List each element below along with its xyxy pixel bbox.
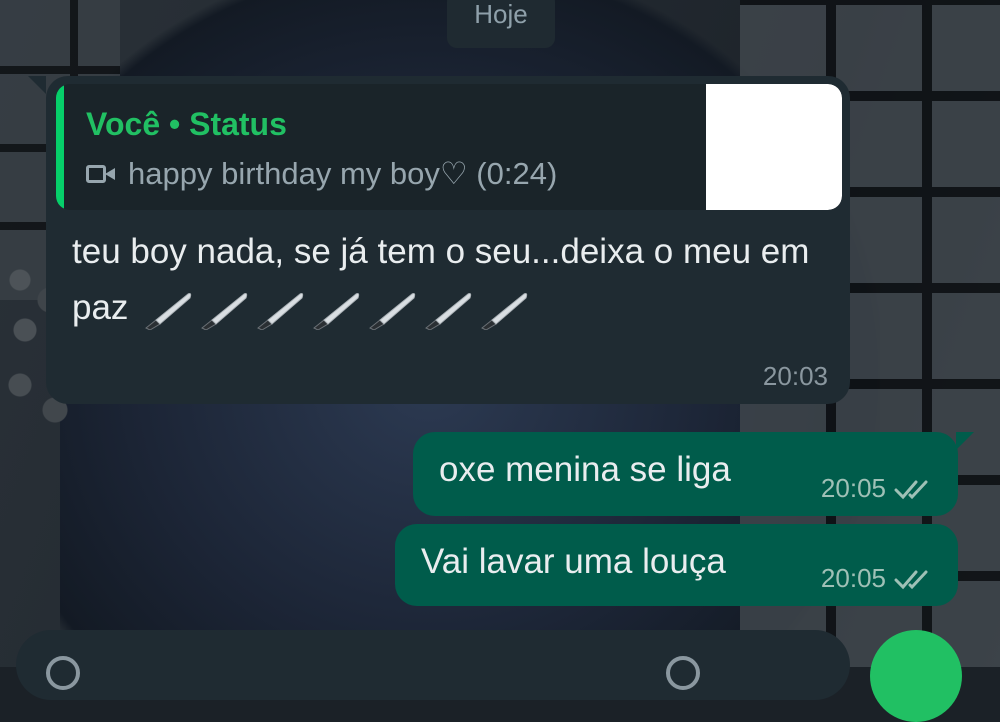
- date-chip: Hoje: [447, 0, 555, 48]
- knife-icon: [425, 292, 472, 330]
- outgoing-message[interactable]: oxe menina se liga 20:05: [413, 432, 974, 516]
- knife-emoji-row: [138, 288, 530, 330]
- quote-caption-row: happy birthday my boy♡ (0:24): [86, 156, 557, 192]
- knife-icon: [313, 292, 360, 330]
- knife-icon: [201, 292, 248, 330]
- double-check-icon: [894, 570, 928, 589]
- quote-accent-bar: [56, 84, 64, 210]
- message-meta: 20:05: [821, 473, 936, 504]
- status-thumbnail[interactable]: [706, 84, 842, 210]
- outgoing-message[interactable]: Vai lavar uma louça 20:05: [395, 524, 958, 606]
- knife-icon: [145, 292, 192, 330]
- emoji-icon[interactable]: [46, 656, 80, 690]
- knife-icon: [481, 292, 528, 330]
- message-body: teu boy nada, se já tem o seu...deixa o …: [72, 224, 812, 336]
- knife-icon: [257, 292, 304, 330]
- outgoing-text: oxe menina se liga: [439, 450, 731, 489]
- double-check-icon: [894, 480, 928, 499]
- quoted-status-reply[interactable]: Você • Status happy birthday my boy♡ (0:…: [56, 84, 842, 210]
- knife-icon: [369, 292, 416, 330]
- mic-button[interactable]: [870, 630, 962, 722]
- video-camera-icon: [86, 162, 120, 186]
- message-time: 20:03: [762, 361, 828, 391]
- message-input-bar[interactable]: [16, 630, 850, 700]
- quote-caption: happy birthday my boy♡ (0:24): [128, 156, 558, 191]
- message-time: 20:05: [820, 473, 886, 503]
- quote-author: Você • Status: [86, 106, 287, 142]
- incoming-message[interactable]: Você • Status happy birthday my boy♡ (0:…: [28, 76, 850, 404]
- outgoing-text: Vai lavar uma louça: [421, 542, 726, 581]
- camera-icon[interactable]: [666, 656, 700, 690]
- message-time: 20:05: [820, 563, 886, 593]
- message-meta: 20:05: [821, 563, 936, 594]
